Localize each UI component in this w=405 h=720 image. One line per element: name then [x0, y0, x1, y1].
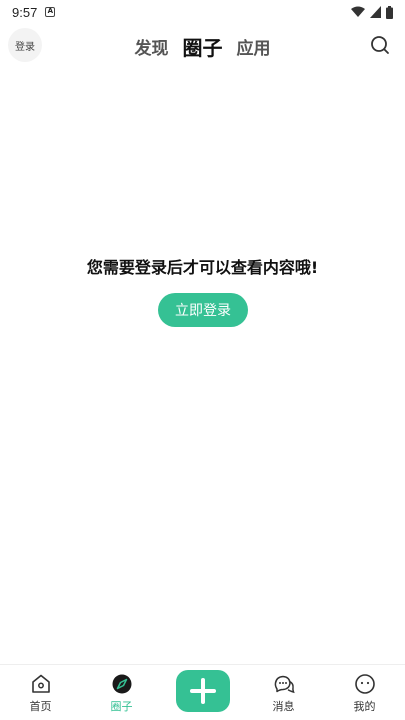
tab-circle[interactable]: 圈子	[183, 32, 223, 61]
signal-icon	[370, 6, 381, 18]
post-button[interactable]	[175, 669, 230, 712]
plus-icon	[189, 677, 216, 704]
tab-discover[interactable]: 发现	[135, 34, 169, 59]
nav-label-home: 首页	[29, 700, 52, 713]
wifi-icon	[351, 6, 365, 17]
home-icon	[31, 674, 50, 693]
nav-item-post[interactable]	[162, 665, 243, 720]
nav-label-profile: 我的	[353, 700, 376, 713]
profile-icon	[354, 674, 375, 694]
nav-label-messages: 消息	[272, 700, 295, 713]
status-bar: 9:57 A	[0, 0, 405, 24]
nav-item-circle[interactable]: 圈子	[81, 665, 162, 720]
search-icon[interactable]	[369, 34, 391, 56]
bottom-nav: 首页 圈子 消息 我的	[0, 664, 405, 720]
nav-label-circle: 圈子	[110, 700, 133, 713]
notification-a-icon: A	[45, 7, 56, 17]
status-time: 9:57	[12, 4, 38, 20]
compass-icon	[112, 674, 131, 694]
login-required-message: 您需要登录后才可以查看内容哦!	[86, 258, 319, 277]
battery-icon	[386, 5, 393, 19]
nav-item-messages[interactable]: 消息	[243, 665, 324, 720]
header: 登录 发现 圈子 应用	[0, 24, 405, 68]
nav-item-profile[interactable]: 我的	[324, 665, 405, 720]
chat-icon	[274, 675, 295, 694]
login-now-button[interactable]: 立即登录	[158, 293, 248, 327]
tab-apps[interactable]: 应用	[237, 34, 271, 59]
top-tabs: 发现 圈子 应用	[0, 24, 405, 68]
nav-item-home[interactable]: 首页	[0, 665, 81, 720]
